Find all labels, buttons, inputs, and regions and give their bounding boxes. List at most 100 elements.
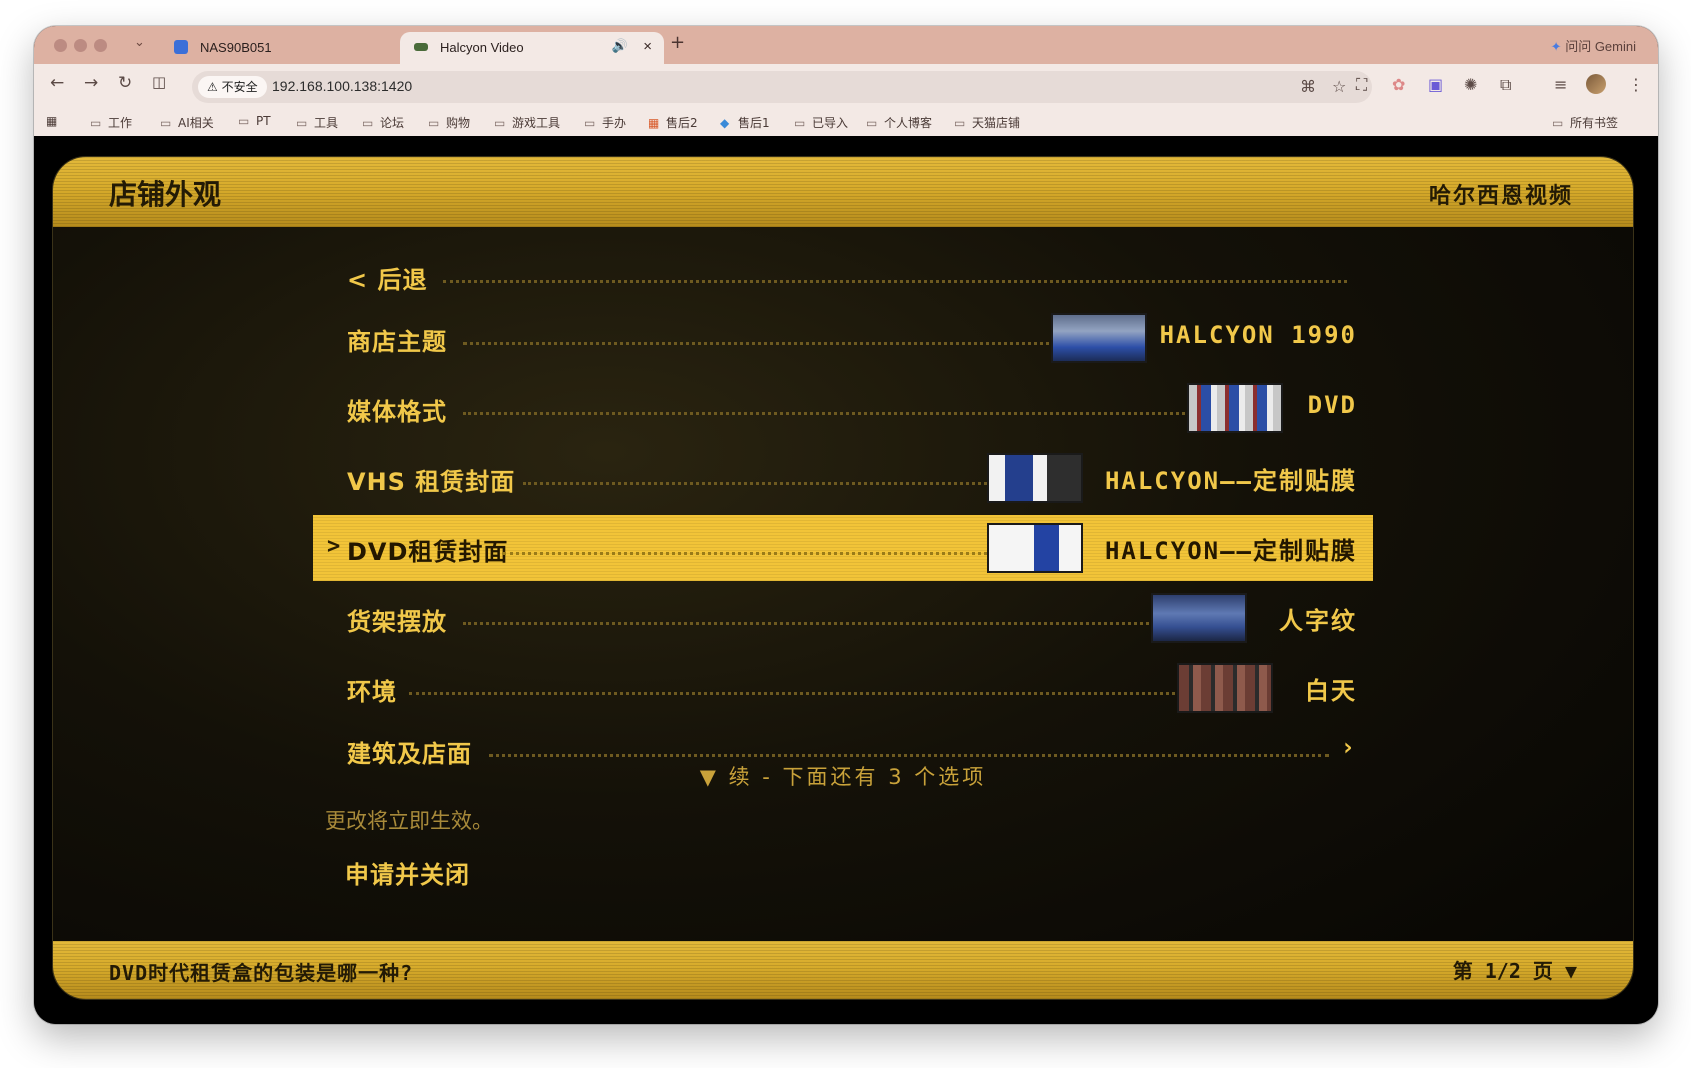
menu-item-label: 环境 [347,678,397,706]
app-icon: ◆ [720,116,730,130]
folder-icon: ▭ [160,116,172,130]
menu-item-label: VHS 租赁封面 [347,468,516,496]
back-arrow-icon[interactable]: ← [50,73,64,93]
panel-footer: DVD时代租赁盒的包装是哪一种? 第 1/2 页 ▼ [53,941,1633,999]
bookmarks-bar: ▦ ▭ 工作 ▭ AI相关 ▭ PT ▭ 工具 ▭ 论坛 ▭ 购物 ▭ 游戏工具 ▭ 手办 ▦ 售… [34,106,1658,137]
gemini-button[interactable]: ✦ 问问 Gemini [1551,36,1636,55]
tab-title: NAS90B051 [200,40,272,55]
bookmark-folder[interactable]: ▭ 工具 [296,114,338,131]
security-chip[interactable]: ⚠ 不安全 [198,76,267,98]
page-content: 店铺外观 哈尔西恩视频 < 后退 商店主题 HALCYON 1990 媒体格式 … [34,136,1658,1024]
menu-item-shelf-layout[interactable]: 货架摆放 人字纹 [313,585,1373,651]
dvd-cover-thumbnail [987,523,1083,573]
forward-arrow-icon[interactable]: → [84,73,98,93]
submenu-chevron-icon: › [1340,733,1357,761]
folder-icon: ▭ [494,116,506,130]
leader-dots [463,342,1063,345]
back-label: < 后退 [347,266,428,294]
bookmark-link[interactable]: ▦ 售后2 [648,114,698,131]
menu-back[interactable]: < 后退 [313,243,1373,309]
new-tab-button[interactable]: + [670,32,685,53]
zoom-window-button[interactable] [94,39,107,52]
folder-icon: ▭ [584,116,596,130]
folder-icon: ▭ [428,116,440,130]
url-text[interactable]: 192.168.100.138:1420 [272,78,412,94]
security-label: 不安全 [221,80,258,94]
translate-icon[interactable]: ⌘ [1300,77,1316,96]
bookmark-link[interactable]: ◆ 售后1 [720,114,770,131]
reload-icon[interactable]: ↻ [118,73,132,93]
bookmark-folder[interactable]: ▭ 天猫店铺 [954,114,1020,131]
browser-window: ⌄ NAS90B051 × Halcyon Video 🔊 × + ✦ 问问 G… [34,26,1658,1024]
menu-item-value: 人字纹 [1279,607,1357,635]
leader-dots [489,754,1329,757]
menu-item-value: HALCYON 1990 [1159,321,1357,349]
bookmark-folder[interactable]: ▭ 购物 [428,114,470,131]
panel-header: 店铺外观 哈尔西恩视频 [53,157,1633,227]
apps-grid-icon[interactable]: ▦ [46,114,57,128]
tab-strip: ⌄ NAS90B051 × Halcyon Video 🔊 × + ✦ 问问 G… [34,26,1658,64]
page-indicator[interactable]: 第 1/2 页 ▼ [1453,955,1577,984]
menu-item-media-format[interactable]: 媒体格式 DVD [313,375,1373,441]
folder-icon: ▭ [1552,116,1564,130]
leader-dots [443,280,1347,283]
folder-icon: ▭ [238,114,250,128]
brand-title: 哈尔西恩视频 [1428,184,1573,209]
nas-favicon-icon [174,40,188,54]
folder-icon: ▭ [296,116,308,130]
openai-extension-icon[interactable]: ✺ [1464,75,1477,94]
browser-toolbar: ← → ↻ ◫ ⚠ 不安全 192.168.100.138:1420 ⌘ ☆ ⛶… [34,64,1658,106]
bookmark-folder[interactable]: ▭ PT [238,114,271,128]
leader-dots [503,552,999,555]
leader-dots [523,482,999,485]
store-appearance-panel: 店铺外观 哈尔西恩视频 < 后退 商店主题 HALCYON 1990 媒体格式 … [52,156,1634,1000]
all-bookmarks[interactable]: ▭ 所有书签 [1552,114,1618,131]
menu-item-dvd-cover[interactable]: > DVD租赁封面 HALCYON——定制贴膜 [313,515,1373,581]
menu-item-label: 货架摆放 [347,608,447,636]
page-title: 店铺外观 [109,178,222,211]
leader-dots [463,412,1197,415]
store-theme-thumbnail [1051,313,1147,363]
tab-nas[interactable]: NAS90B051 × [160,32,426,64]
bookmark-folder[interactable]: ▭ 个人博客 [866,114,932,131]
close-window-button[interactable] [54,39,67,52]
extension-icon[interactable]: ✿ [1392,75,1405,94]
menu-item-vhs-cover[interactable]: VHS 租赁封面 HALCYON——定制贴膜 [313,445,1373,511]
split-view-icon[interactable]: ◫ [152,73,166,91]
bookmark-star-icon[interactable]: ☆ [1332,77,1346,96]
menu-item-value: DVD [1307,391,1357,419]
bookmark-folder[interactable]: ▭ 工作 [90,114,132,131]
more-options-indicator[interactable]: ▼ 续 - 下面还有 3 个选项 [53,761,1633,791]
menu-item-store-theme[interactable]: 商店主题 HALCYON 1990 [313,305,1373,371]
apply-close-button[interactable]: 申请并关闭 [345,855,470,890]
menu-kebab-icon[interactable]: ⋮ [1628,75,1644,94]
profile-avatar[interactable] [1586,74,1606,94]
selection-cursor: > [327,534,341,559]
address-bar[interactable]: ⚠ 不安全 192.168.100.138:1420 ⌘ ☆ [192,71,1372,103]
hint-text: 更改将立即生效。 [325,809,493,833]
tab-halcyon-video[interactable]: Halcyon Video 🔊 × [400,32,664,64]
footer-question: DVD时代租赁盒的包装是哪一种? [109,961,414,985]
bookmark-folder[interactable]: ▭ AI相关 [160,114,214,131]
folder-icon: ▭ [90,116,102,130]
media-extension-icon[interactable]: ▣ [1428,75,1443,94]
minimize-window-button[interactable] [74,39,87,52]
bookmark-folder[interactable]: ▭ 已导入 [794,114,848,131]
folder-icon: ▭ [954,116,966,130]
microsoft-icon: ▦ [648,116,660,130]
bookmark-folder[interactable]: ▭ 手办 [584,114,626,131]
screenshot-extension-icon[interactable]: ⛶ [1356,75,1367,95]
gemini-label: 问问 Gemini [1565,39,1636,54]
shelf-layout-thumbnail [1151,593,1247,643]
menu-item-environment[interactable]: 环境 白天 [313,655,1373,721]
speaker-icon[interactable]: 🔊 [612,38,628,54]
bookmark-folder[interactable]: ▭ 游戏工具 [494,114,560,131]
media-control-icon[interactable]: ≡ [1554,75,1567,94]
vhs-cover-thumbnail [987,453,1083,503]
close-tab-icon[interactable]: × [643,38,652,55]
tab-search-icon[interactable]: ⌄ [134,35,145,50]
media-format-thumbnail [1187,383,1283,433]
bookmark-folder[interactable]: ▭ 论坛 [362,114,404,131]
halcyon-favicon-icon [414,43,428,51]
extensions-puzzle-icon[interactable]: ⧉ [1500,75,1511,95]
